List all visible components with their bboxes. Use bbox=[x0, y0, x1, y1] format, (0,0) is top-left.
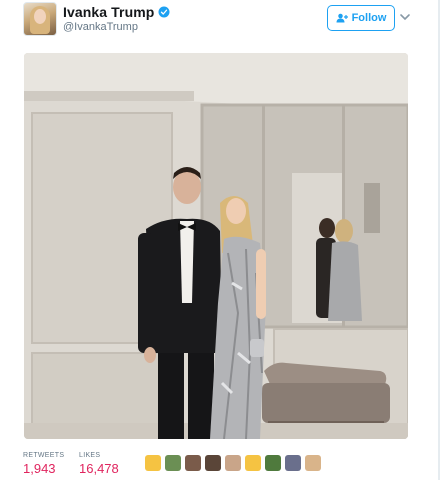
follow-button-label: Follow bbox=[351, 12, 387, 24]
name-row: Ivanka Trump bbox=[63, 4, 170, 20]
display-name[interactable]: Ivanka Trump bbox=[63, 4, 154, 20]
liker-avatar[interactable] bbox=[145, 455, 161, 471]
liker-avatar[interactable] bbox=[205, 455, 221, 471]
tweet-photo[interactable] bbox=[24, 53, 408, 439]
liker-avatar[interactable] bbox=[165, 455, 181, 471]
photo-illustration bbox=[24, 53, 408, 439]
retweets-count: 1,943 bbox=[23, 461, 56, 476]
liker-avatars bbox=[145, 455, 321, 471]
chevron-down-icon[interactable] bbox=[398, 10, 412, 24]
liker-avatar[interactable] bbox=[185, 455, 201, 471]
person-add-icon bbox=[336, 13, 348, 23]
liker-avatar[interactable] bbox=[305, 455, 321, 471]
likes-label: LIKES bbox=[79, 452, 101, 459]
liker-avatar[interactable] bbox=[225, 455, 241, 471]
likes-stat[interactable]: LIKES 16,478 bbox=[79, 452, 119, 476]
liker-avatar[interactable] bbox=[285, 455, 301, 471]
profile-avatar[interactable] bbox=[23, 2, 57, 36]
follow-button[interactable]: Follow bbox=[327, 5, 395, 31]
verified-badge-icon bbox=[158, 6, 170, 18]
user-handle[interactable]: @IvankaTrump bbox=[63, 21, 138, 33]
likes-count: 16,478 bbox=[79, 461, 119, 476]
liker-avatar[interactable] bbox=[265, 455, 281, 471]
retweets-stat[interactable]: RETWEETS 1,943 bbox=[23, 452, 64, 476]
retweets-label: RETWEETS bbox=[23, 452, 65, 459]
liker-avatar[interactable] bbox=[245, 455, 261, 471]
